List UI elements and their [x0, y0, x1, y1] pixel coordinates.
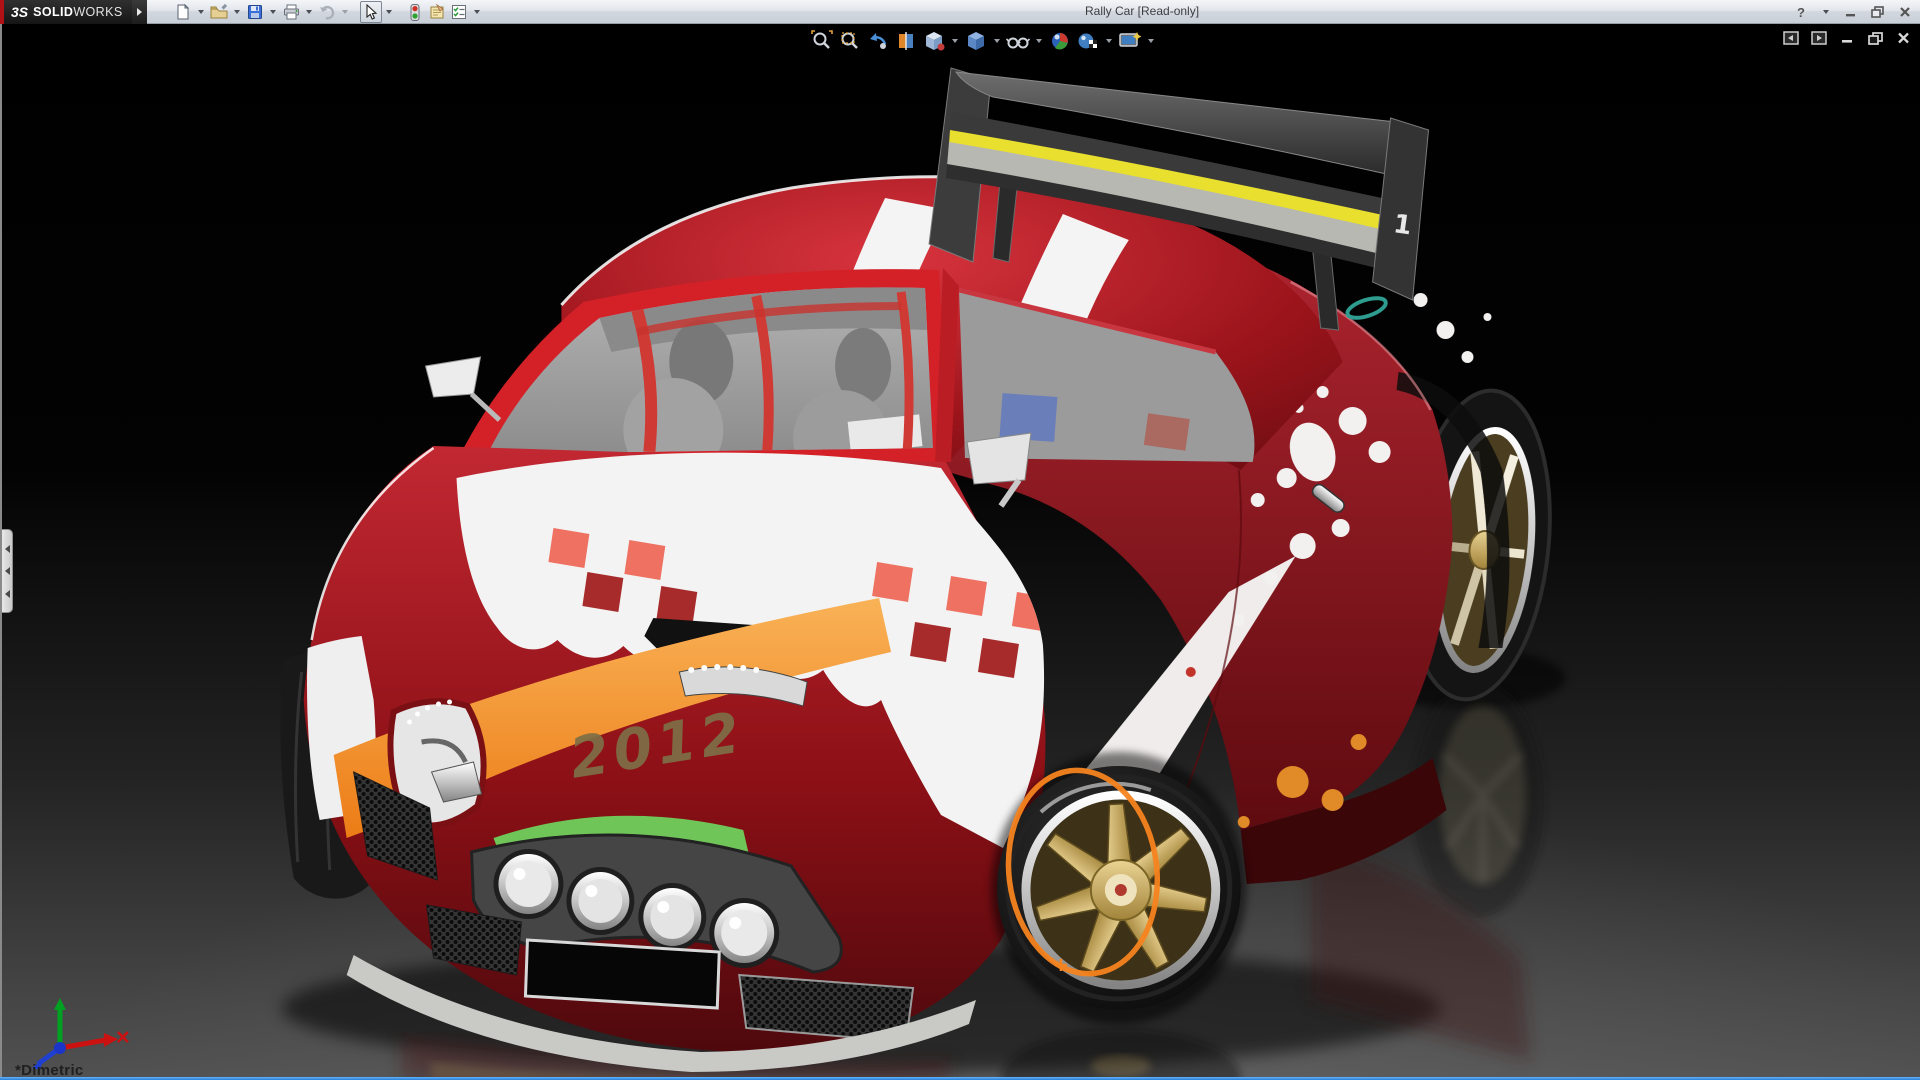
save-button[interactable] [244, 1, 266, 23]
close-button[interactable] [1896, 3, 1914, 21]
select-cursor-icon [366, 4, 378, 20]
undo-icon [320, 5, 335, 20]
zoom-to-area-button[interactable] [838, 29, 862, 53]
pane-right-toggle-button[interactable] [1810, 30, 1828, 46]
window-title: Rally Car [Read-only] [1085, 4, 1200, 18]
apply-scene-button[interactable] [1076, 29, 1100, 53]
options-checklist-icon [452, 5, 466, 19]
options-dropdown[interactable] [474, 10, 480, 14]
display-style-dropdown[interactable] [994, 39, 1000, 43]
flyout-arrow-icon [137, 8, 142, 16]
main-toolbar [172, 1, 484, 23]
hide-show-items-button[interactable] [1006, 29, 1030, 53]
minimize-button[interactable] [1842, 3, 1860, 21]
save-dropdown[interactable] [270, 10, 276, 14]
view-settings-button[interactable] [1118, 29, 1142, 53]
zoom-to-area-icon [841, 32, 858, 49]
zoom-to-fit-button[interactable] [810, 29, 834, 53]
section-view-button[interactable] [894, 29, 918, 53]
print-dropdown[interactable] [306, 10, 312, 14]
traffic-lights-icon [410, 3, 420, 21]
apply-scene-dropdown[interactable] [1106, 39, 1112, 43]
feature-panel-splitter[interactable] [2, 529, 13, 613]
edit-appearance-icon [1052, 33, 1068, 50]
select-dropdown[interactable] [386, 10, 392, 14]
edit-appearance-button[interactable] [1048, 29, 1072, 53]
titlebar: 3S SOLID WORKS Rally Car [Read-only] ? [0, 0, 1920, 24]
minimize-icon [1846, 14, 1855, 17]
close-icon [1900, 7, 1910, 17]
help-button[interactable]: ? [1792, 3, 1810, 21]
display-style-icon [968, 32, 984, 50]
hand-note-button[interactable] [426, 1, 448, 23]
view-orientation-button[interactable] [922, 29, 946, 53]
display-style-button[interactable] [964, 29, 988, 53]
collapse-arrow-icon [4, 589, 10, 598]
view-settings-icon [1119, 32, 1142, 47]
pane-right-icon [1811, 31, 1827, 45]
help-dropdown[interactable] [1823, 10, 1829, 14]
undo-button[interactable] [316, 1, 338, 23]
hand-note-icon [430, 4, 444, 19]
open-dropdown[interactable] [234, 10, 240, 14]
doc-minimize-button[interactable] [1838, 30, 1856, 46]
hide-show-dropdown[interactable] [1036, 39, 1042, 43]
view-orientation-icon [926, 32, 945, 51]
headsup-view-toolbar [810, 29, 1156, 53]
save-icon [248, 5, 262, 19]
print-button[interactable] [280, 1, 302, 23]
apply-scene-icon [1078, 33, 1097, 49]
zoom-to-fit-icon [811, 30, 833, 49]
solidworks-logo: 3S SOLID WORKS [4, 0, 132, 24]
print-icon [283, 4, 299, 20]
scene-canvas[interactable]: 1 2012 [2, 24, 1920, 1080]
window-controls: ? [1792, 0, 1914, 24]
logo-3s-mark: 3S [11, 4, 29, 20]
restore-button[interactable] [1869, 3, 1887, 21]
collapse-arrow-icon [4, 544, 10, 553]
previous-view-icon [870, 33, 887, 49]
open-document-button[interactable] [208, 1, 230, 23]
license-plate [523, 938, 721, 1010]
traffic-lights-button[interactable] [404, 1, 426, 23]
doc-minimize-icon [1841, 40, 1852, 43]
previous-view-button[interactable] [866, 29, 890, 53]
new-document-button[interactable] [172, 1, 194, 23]
document-window-controls [1782, 30, 1912, 46]
view-settings-dropdown[interactable] [1148, 39, 1154, 43]
view-orientation-dropdown[interactable] [952, 39, 958, 43]
new-dropdown[interactable] [198, 10, 204, 14]
doc-restore-icon [1867, 31, 1883, 45]
new-document-icon [177, 4, 190, 20]
doc-close-button[interactable] [1894, 30, 1912, 46]
menu-expand-button[interactable] [132, 0, 147, 24]
select-button[interactable] [360, 1, 382, 23]
pane-left-icon [1783, 31, 1799, 45]
restore-icon [1871, 6, 1884, 18]
undo-dropdown[interactable] [342, 10, 348, 14]
doc-restore-button[interactable] [1866, 30, 1884, 46]
open-document-icon [210, 4, 228, 19]
hide-show-items-icon [1006, 37, 1030, 49]
solidworks-window: 3S SOLID WORKS Rally Car [Read-only] ? 1… [0, 0, 1920, 1080]
section-view-icon [899, 32, 913, 50]
options-checklist-button[interactable] [448, 1, 470, 23]
pane-left-toggle-button[interactable] [1782, 30, 1800, 46]
collapse-arrow-icon [4, 567, 10, 575]
graphics-viewport[interactable]: 1 2012 *Dimetric [0, 24, 1920, 1080]
doc-close-icon [1897, 32, 1909, 44]
